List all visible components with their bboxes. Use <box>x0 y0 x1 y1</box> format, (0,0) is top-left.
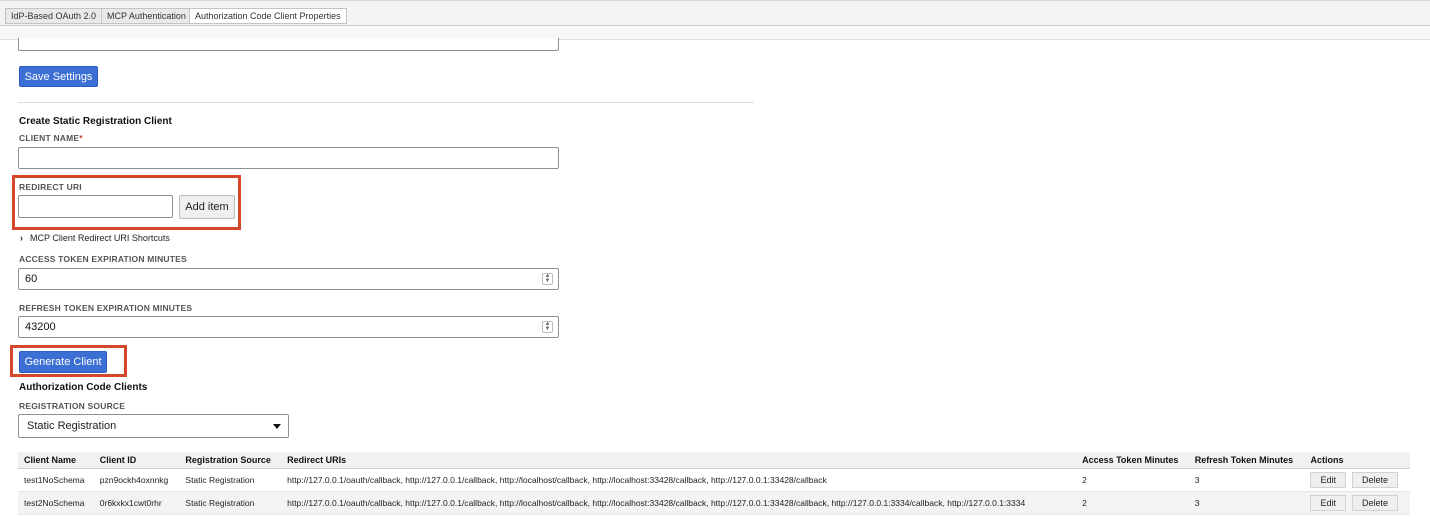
client-name-label: CLIENT NAME* <box>19 133 83 143</box>
registration-source-value: Static Registration <box>27 420 117 432</box>
registration-source-cell: Static Registration <box>179 468 282 492</box>
actions-cell: Edit Delete <box>1304 468 1410 492</box>
table-row: test2NoSchema 0r6kxkx1cwt0rhr Static Reg… <box>18 491 1410 515</box>
client-id-cell: 0r6kxkx1cwt0rhr <box>93 491 180 515</box>
redirect-uris-cell: http://127.0.0.1/oauth/callback, http://… <box>281 491 1077 515</box>
tab-idp-oauth[interactable]: IdP-Based OAuth 2.0 <box>5 8 103 24</box>
access-token-spinner-icon[interactable]: ▲ ▼ <box>542 273 553 285</box>
save-settings-button[interactable]: Save Settings <box>19 66 98 87</box>
column-header: Redirect URIs <box>281 452 1077 469</box>
delete-button[interactable]: Delete <box>1351 494 1398 511</box>
client-name-cell: test2NoSchema <box>18 491 94 515</box>
refresh-token-value: 43200 <box>25 321 56 333</box>
section-divider <box>18 102 754 103</box>
column-header: Actions <box>1304 452 1410 469</box>
clients-heading: Authorization Code Clients <box>19 382 148 393</box>
client-id-cell: pzn9ockh4oxnnkg <box>93 468 180 492</box>
column-header: Registration Source <box>179 452 282 469</box>
tab-bar: IdP-Based OAuth 2.0 MCP Authentication A… <box>0 0 1430 26</box>
refresh-minutes-cell: 3 <box>1188 491 1305 515</box>
edit-button[interactable]: Edit <box>1310 471 1346 488</box>
column-header: Refresh Token Minutes <box>1188 452 1305 469</box>
access-minutes-cell: 2 <box>1076 468 1189 492</box>
refresh-minutes-cell: 3 <box>1188 468 1305 492</box>
refresh-token-spinner-icon[interactable]: ▲ ▼ <box>542 321 553 333</box>
access-token-label: ACCESS TOKEN EXPIRATION MINUTES <box>19 254 187 264</box>
column-header: Client Name <box>18 452 94 469</box>
redirect-uris-cell: http://127.0.0.1/oauth/callback, http://… <box>281 468 1077 492</box>
redirect-uri-label: REDIRECT URI <box>19 182 82 192</box>
clients-table: Client Name Client ID Registration Sourc… <box>18 452 1410 515</box>
tab-authorization-code-client-properties[interactable]: Authorization Code Client Properties <box>189 8 347 24</box>
registration-source-label: REGISTRATION SOURCE <box>19 401 126 411</box>
refresh-token-input[interactable]: 43200 ▲ ▼ <box>18 316 559 338</box>
chevron-right-icon: › <box>20 233 23 243</box>
table-row: test1NoSchema pzn9ockh4oxnnkg Static Reg… <box>18 468 1410 492</box>
redirect-shortcuts-toggle[interactable]: › MCP Client Redirect URI Shortcuts <box>20 233 170 243</box>
create-client-heading: Create Static Registration Client <box>19 116 172 127</box>
redirect-shortcuts-label: MCP Client Redirect URI Shortcuts <box>30 233 170 243</box>
required-marker: * <box>79 133 83 143</box>
column-header: Access Token Minutes <box>1076 452 1189 469</box>
registration-source-cell: Static Registration <box>179 491 282 515</box>
tab-mcp-authentication[interactable]: MCP Authentication <box>101 8 192 24</box>
client-name-input[interactable] <box>18 147 559 169</box>
table-header-row: Client Name Client ID Registration Sourc… <box>18 452 1410 469</box>
registration-source-select[interactable]: Static Registration <box>18 414 289 438</box>
redirect-uri-input[interactable] <box>18 195 173 218</box>
refresh-token-label: REFRESH TOKEN EXPIRATION MINUTES <box>19 303 193 313</box>
access-token-value: 60 <box>25 273 38 285</box>
add-item-button[interactable]: Add item <box>179 195 235 219</box>
chevron-down-icon <box>273 424 281 429</box>
access-minutes-cell: 2 <box>1076 491 1189 515</box>
previous-field-input[interactable] <box>18 38 559 51</box>
client-name-cell: test1NoSchema <box>18 468 94 492</box>
generate-client-button[interactable]: Generate Client <box>19 351 107 373</box>
delete-button[interactable]: Delete <box>1351 471 1398 488</box>
access-token-input[interactable]: 60 ▲ ▼ <box>18 268 559 290</box>
column-header: Client ID <box>93 452 180 469</box>
edit-button[interactable]: Edit <box>1310 494 1346 511</box>
actions-cell: Edit Delete <box>1304 491 1410 515</box>
